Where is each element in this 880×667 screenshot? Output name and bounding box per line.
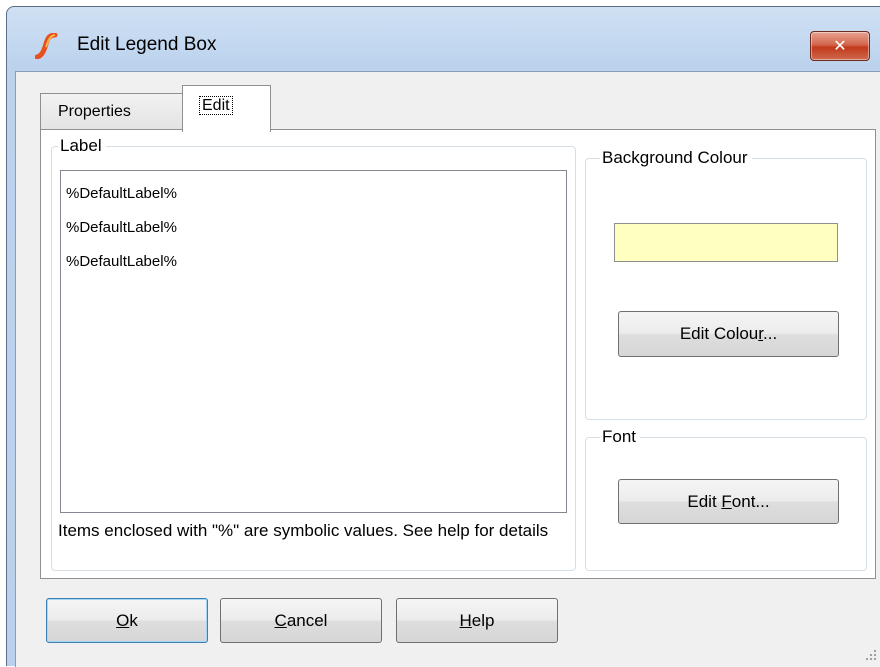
label-listbox[interactable]: %DefaultLabel% %DefaultLabel% %DefaultLa… <box>60 170 567 513</box>
cancel-button[interactable]: Cancel <box>220 598 382 643</box>
edit-colour-label-pre: Edit Colou <box>679 324 759 343</box>
edit-colour-label-post: ... <box>763 324 778 343</box>
ok-mnemonic: O <box>116 611 130 630</box>
tab-properties-label: Properties <box>58 103 131 120</box>
cancel-label-post: ancel <box>286 611 328 630</box>
ok-label-post: k <box>129 611 138 630</box>
help-button[interactable]: Help <box>396 598 558 643</box>
tab-edit[interactable]: Edit <box>182 85 271 132</box>
symbolic-values-hint: Items enclosed with "%" are symbolic val… <box>58 521 549 540</box>
window-title: Edit Legend Box <box>77 34 217 55</box>
help-mnemonic: H <box>459 611 472 630</box>
background-colour-swatch <box>614 223 838 262</box>
tab-edit-label: Edit <box>199 96 233 115</box>
tab-panel-edit: Label %DefaultLabel% %DefaultLabel% %Def… <box>40 129 876 579</box>
close-icon: ✕ <box>833 36 847 55</box>
edit-colour-button[interactable]: Edit Colour... <box>618 311 839 357</box>
cancel-mnemonic: C <box>274 611 287 630</box>
simetrix-s-icon <box>34 32 59 60</box>
resize-grip-icon[interactable] <box>863 647 877 661</box>
list-item[interactable]: %DefaultLabel% <box>66 211 566 245</box>
background-colour-group: Background Colour Edit Colour... <box>585 148 867 420</box>
background-colour-group-title: Background Colour <box>600 148 752 168</box>
dialog-client-area: Properties Edit Label %DefaultLabel% %De… <box>15 71 880 667</box>
dialog-window: Edit Legend Box ✕ Properties Edit Label … <box>6 6 880 667</box>
font-group-title: Font <box>600 427 641 447</box>
font-group: Font Edit Font... <box>585 427 867 571</box>
edit-font-label-pre: Edit <box>687 492 722 511</box>
edit-font-mnemonic: F <box>721 492 732 511</box>
list-item[interactable]: %DefaultLabel% <box>66 177 566 211</box>
tab-properties[interactable]: Properties <box>40 93 185 130</box>
label-group-title: Label <box>58 136 106 156</box>
list-item[interactable]: %DefaultLabel% <box>66 245 566 279</box>
title-bar[interactable]: Edit Legend Box ✕ <box>7 7 880 71</box>
label-group: Label %DefaultLabel% %DefaultLabel% %Def… <box>51 136 576 571</box>
help-label-post: elp <box>471 611 495 630</box>
ok-button[interactable]: Ok <box>46 598 208 643</box>
edit-font-label-post: ont... <box>731 492 770 511</box>
close-button[interactable]: ✕ <box>810 31 870 61</box>
edit-font-button[interactable]: Edit Font... <box>618 479 839 524</box>
